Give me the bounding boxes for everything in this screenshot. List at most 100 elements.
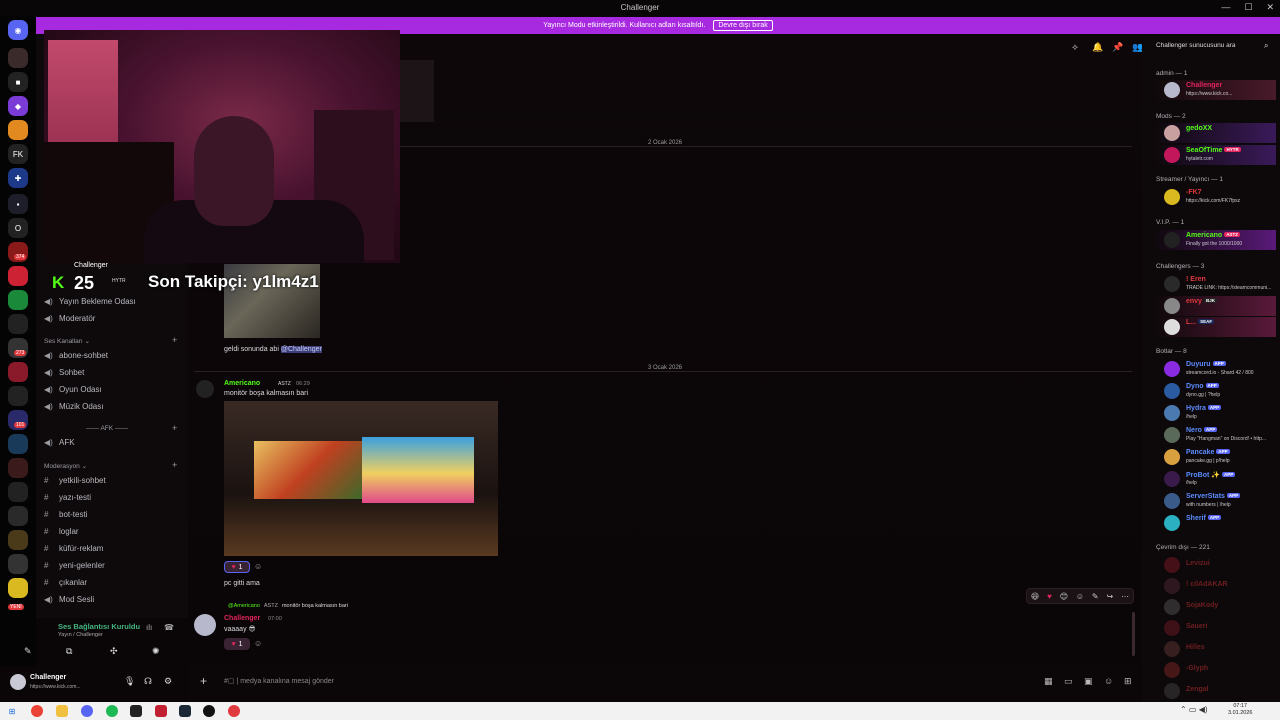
- screen-share-icon[interactable]: ⧉: [66, 646, 72, 657]
- bell-icon[interactable]: 🔔: [1092, 42, 1103, 53]
- chrome-icon[interactable]: [31, 705, 43, 717]
- message-author[interactable]: Americano: [224, 380, 260, 387]
- member-item[interactable]: ! cilAdAKAR: [1152, 576, 1276, 596]
- avatar[interactable]: [10, 674, 26, 690]
- gif-icon[interactable]: ▭: [1064, 676, 1073, 687]
- image-attachment[interactable]: [224, 401, 498, 556]
- member-item[interactable]: -Glyph: [1152, 660, 1276, 680]
- member-item[interactable]: ! Eren TRADE LINK: https://steamcommuni.…: [1152, 274, 1276, 294]
- scrollbar[interactable]: [1132, 612, 1135, 656]
- emoji-laugh-icon[interactable]: 😆: [1031, 592, 1039, 601]
- heart-icon[interactable]: ♥: [1047, 592, 1052, 601]
- channel-kufur-reklam[interactable]: # küfür-reklam: [44, 544, 103, 553]
- clock[interactable]: 07:17 3.01.2026: [1228, 703, 1252, 717]
- member-item[interactable]: gedoXX: [1152, 123, 1276, 143]
- spotify-icon[interactable]: [106, 705, 118, 717]
- category-afk[interactable]: —— AFK ——: [86, 425, 128, 432]
- member-item[interactable]: Challenger https://www.kick.co...: [1152, 80, 1276, 100]
- channel-bot-testi[interactable]: # bot-testi: [44, 510, 87, 519]
- member-item[interactable]: SojaKody: [1152, 597, 1276, 617]
- minimize-button[interactable]: —: [1221, 2, 1230, 13]
- close-button[interactable]: ✕: [1266, 2, 1274, 13]
- member-item[interactable]: Sherif APP: [1152, 513, 1276, 533]
- member-item[interactable]: ServerStats APP with numbers | /help: [1152, 491, 1276, 511]
- edit-icon[interactable]: ✎: [1092, 592, 1099, 601]
- noise-suppression-icon[interactable]: ılı: [146, 623, 152, 632]
- channel-loglar[interactable]: # loglar: [44, 527, 79, 536]
- member-item[interactable]: Pancake APP pancake.gg | p!help: [1152, 447, 1276, 467]
- more-icon[interactable]: ⋯: [1121, 592, 1129, 601]
- obs-icon[interactable]: [203, 705, 215, 717]
- member-item[interactable]: Americano ASTZ Finally got the 1000/1000: [1152, 230, 1276, 250]
- member-item[interactable]: L... SEAF: [1152, 317, 1276, 337]
- system-tray-icon[interactable]: ⌃ ▭ ◀): [1180, 705, 1208, 714]
- steam-icon[interactable]: [179, 705, 191, 717]
- channel-abone-sohbet[interactable]: ◀) abone-sohbet: [44, 351, 108, 360]
- add-channel-icon[interactable]: +: [172, 423, 177, 433]
- avatar[interactable]: [194, 614, 216, 636]
- server-icon[interactable]: [8, 578, 28, 598]
- member-item[interactable]: Levizui: [1152, 555, 1276, 575]
- server-icon[interactable]: [8, 554, 28, 574]
- message-author[interactable]: Challenger: [224, 615, 260, 622]
- server-icon[interactable]: ■: [8, 72, 28, 92]
- emoji-smile-icon[interactable]: 😊: [1060, 592, 1068, 601]
- apps-icon[interactable]: ⊞: [1124, 676, 1132, 687]
- member-item[interactable]: Hilles: [1152, 639, 1276, 659]
- server-icon[interactable]: [8, 362, 28, 382]
- channel-yeni-gelenler[interactable]: # yeni-gelenler: [44, 561, 105, 570]
- disable-streamer-mode-button[interactable]: Devre dışı bırak: [713, 20, 773, 31]
- server-icon[interactable]: [8, 266, 28, 286]
- reaction-heart[interactable]: ♥ 1: [224, 561, 250, 573]
- channel-yetkili-sohbet[interactable]: # yetkili-sohbet: [44, 476, 106, 485]
- pin-icon[interactable]: 📌: [1112, 42, 1123, 53]
- add-channel-icon[interactable]: +: [172, 460, 177, 470]
- file-explorer-icon[interactable]: [56, 705, 68, 717]
- member-item[interactable]: Nero APP Play "Hangman" on Discord! • http…: [1152, 425, 1276, 445]
- server-icon[interactable]: [8, 530, 28, 550]
- gift-icon[interactable]: ▦: [1044, 676, 1053, 687]
- channel-cikanlar[interactable]: # çıkanlar: [44, 578, 87, 587]
- soundboard-icon[interactable]: ✺: [152, 646, 160, 657]
- member-item[interactable]: envy BJK: [1152, 296, 1276, 316]
- emoji-icon[interactable]: ☺: [1104, 676, 1113, 686]
- microphone-icon[interactable]: 🎙: [124, 676, 135, 687]
- app-icon[interactable]: [81, 705, 93, 717]
- server-icon[interactable]: [8, 506, 28, 526]
- server-icon[interactable]: [8, 458, 28, 478]
- message-input[interactable]: #▢ | medya kanalına mesaj gönder: [224, 677, 334, 685]
- app-icon[interactable]: [155, 705, 167, 717]
- server-icon[interactable]: ✚: [8, 168, 28, 188]
- server-icon[interactable]: O: [8, 218, 28, 238]
- disconnect-icon[interactable]: ☎: [164, 623, 174, 632]
- maximize-button[interactable]: ☐: [1244, 2, 1252, 13]
- add-reaction-icon[interactable]: ☺: [254, 639, 262, 648]
- category-moderation[interactable]: Moderasyon ⌄: [44, 462, 87, 470]
- member-item[interactable]: Hydra APP/help: [1152, 403, 1276, 423]
- video-icon[interactable]: ✎: [24, 646, 32, 657]
- member-item[interactable]: Dyno APP dyno.gg | ?help: [1152, 381, 1276, 401]
- add-reaction-icon[interactable]: ☺: [1076, 592, 1084, 601]
- search-icon[interactable]: ⌕: [1264, 41, 1268, 51]
- server-icon[interactable]: [8, 120, 28, 140]
- app-icon[interactable]: [130, 705, 142, 717]
- member-item[interactable]: -FK7 https://kick.com/FK7fpsz: [1152, 187, 1276, 207]
- channel-yazi-testi[interactable]: # yazı-testi: [44, 493, 91, 502]
- channel-moderator[interactable]: ◀) Moderatör: [44, 314, 95, 323]
- server-search[interactable]: Challenger sunucusunu ara: [1156, 42, 1236, 49]
- channel-sohbet[interactable]: ◀) Sohbet: [44, 368, 84, 377]
- channel-afk[interactable]: ◀) AFK: [44, 438, 75, 447]
- server-icon[interactable]: FK: [8, 144, 28, 164]
- reply-preview[interactable]: @Americano ASTZ monitör boşa kalmasın ba…: [228, 603, 348, 609]
- activities-icon[interactable]: ✣: [110, 646, 118, 657]
- headset-icon[interactable]: ☊: [144, 676, 152, 687]
- server-icon[interactable]: [8, 290, 28, 310]
- windows-start-icon[interactable]: ⊞: [6, 705, 18, 717]
- sticker-icon[interactable]: ▣: [1084, 676, 1093, 687]
- add-attachment-icon[interactable]: +: [200, 674, 207, 688]
- category-voice[interactable]: Ses Kanalları ⌄: [44, 337, 90, 345]
- server-icon[interactable]: [8, 482, 28, 502]
- server-icon[interactable]: [8, 314, 28, 334]
- app-icon[interactable]: [228, 705, 240, 717]
- image-preview[interactable]: [400, 60, 434, 122]
